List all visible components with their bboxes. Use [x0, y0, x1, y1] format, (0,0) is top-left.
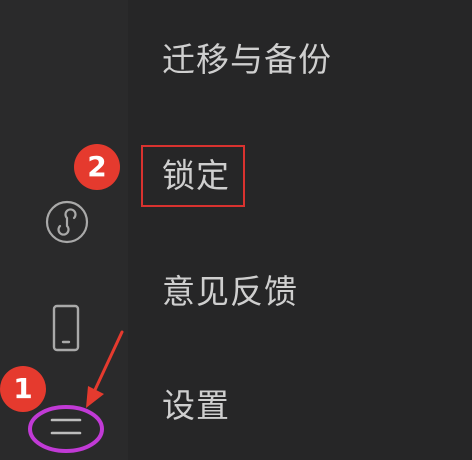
more-menu-panel: 迁移与备份 锁定 意见反馈 设置	[128, 0, 472, 460]
mini-program-icon[interactable]	[44, 199, 90, 245]
red-arrow-annotation	[86, 330, 124, 408]
wechat-more-menu-screen: 1 迁移与备份 锁定 意见反馈 设置 2	[0, 0, 472, 460]
sidebar: 1	[0, 0, 128, 460]
menu-item-feedback[interactable]: 意见反馈	[162, 272, 298, 312]
menu-item-settings[interactable]: 设置	[162, 386, 230, 426]
step-2-badge: 2	[74, 144, 120, 190]
step-1-badge: 1	[0, 366, 46, 412]
menu-item-migrate-backup[interactable]: 迁移与备份	[162, 40, 332, 80]
lock-highlight-box	[141, 145, 245, 207]
